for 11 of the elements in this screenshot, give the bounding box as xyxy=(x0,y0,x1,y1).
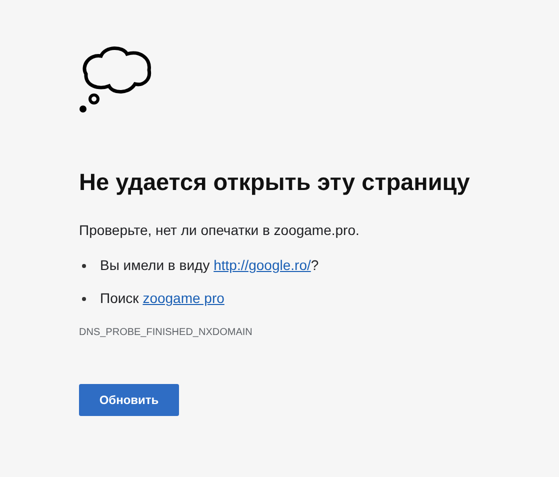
bullet-icon xyxy=(82,296,86,301)
thought-cloud-icon xyxy=(79,44,153,114)
suggestion-text: Поиск zoogame pro xyxy=(100,289,224,308)
error-heading: Не удается открыть эту страницу xyxy=(79,168,471,196)
suggestion-text: Вы имели в виду http://google.ro/? xyxy=(100,256,319,276)
error-message: Проверьте, нет ли опечатки в zoogame.pro. xyxy=(79,221,360,240)
suggestion-link[interactable]: zoogame pro xyxy=(142,290,224,306)
error-code: DNS_PROBE_FINISHED_NXDOMAIN xyxy=(79,326,254,340)
reload-button[interactable]: Обновить xyxy=(79,384,179,416)
suggestion-link[interactable]: http://google.ro/ xyxy=(214,257,311,274)
bullet-icon xyxy=(82,264,86,268)
